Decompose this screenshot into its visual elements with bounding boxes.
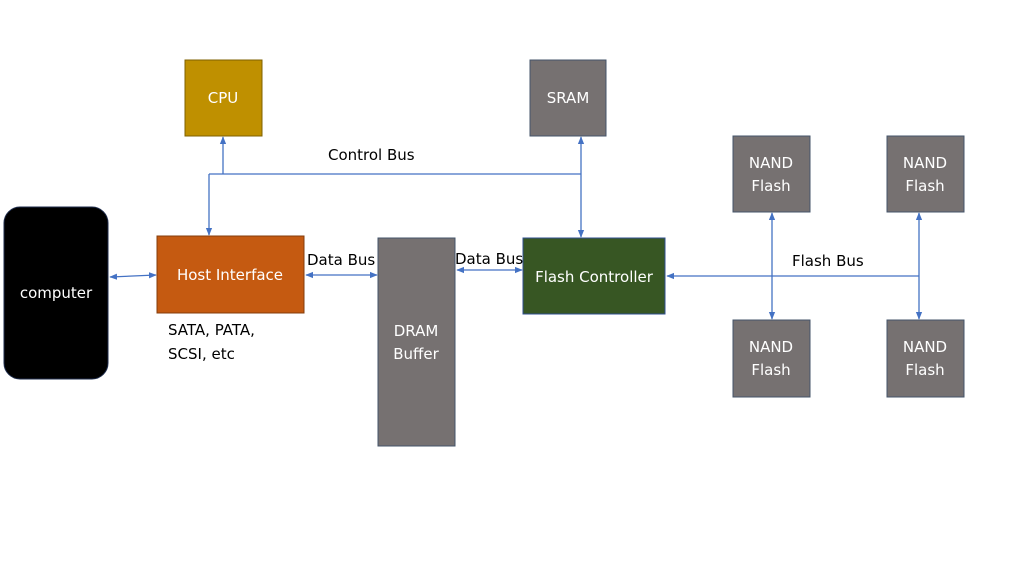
dram-label-line2: Buffer (393, 345, 439, 363)
sram-label: SRAM (547, 89, 590, 107)
computer-host-link (109, 272, 157, 280)
nand-label-line1: NAND (749, 338, 793, 356)
computer-label: computer (20, 284, 93, 302)
nand-label-line1: NAND (903, 338, 947, 356)
cpu-block: CPU (184, 59, 263, 137)
nand-label-line1: NAND (749, 154, 793, 172)
flash-controller-block: Flash Controller (522, 237, 666, 315)
sram-block: SRAM (529, 59, 607, 137)
host-interface-label: Host Interface (177, 266, 283, 284)
nand-label-line1: NAND (903, 154, 947, 172)
nand-label-line2: Flash (905, 177, 944, 195)
host-interface-block: Host Interface (156, 235, 305, 314)
nand-flash-block: NAND Flash (732, 135, 811, 213)
nand-flash-block: NAND Flash (886, 319, 965, 398)
nand-label-line2: Flash (751, 177, 790, 195)
nand-label-line2: Flash (751, 361, 790, 379)
nand-flash-block: NAND Flash (732, 319, 811, 398)
nand-flash-block: NAND Flash (886, 135, 965, 213)
cpu-label: CPU (208, 89, 239, 107)
control-bus-label: Control Bus (328, 146, 415, 164)
data-bus-label-2: Data Bus (455, 250, 523, 268)
interfaces-label-line2: SCSI, etc (168, 345, 235, 363)
nand-label-line2: Flash (905, 361, 944, 379)
flash-controller-label: Flash Controller (535, 268, 654, 286)
data-bus-label-1: Data Bus (307, 251, 375, 269)
computer-block: computer (3, 206, 109, 380)
flash-bus-label: Flash Bus (792, 252, 864, 270)
dram-buffer-block: DRAM Buffer (377, 237, 456, 447)
dram-label-line1: DRAM (394, 322, 439, 340)
ssd-architecture-diagram: CPU SRAM computer Host Interface DRAM Bu… (3, 59, 965, 447)
interfaces-label-line1: SATA, PATA, (168, 321, 255, 339)
